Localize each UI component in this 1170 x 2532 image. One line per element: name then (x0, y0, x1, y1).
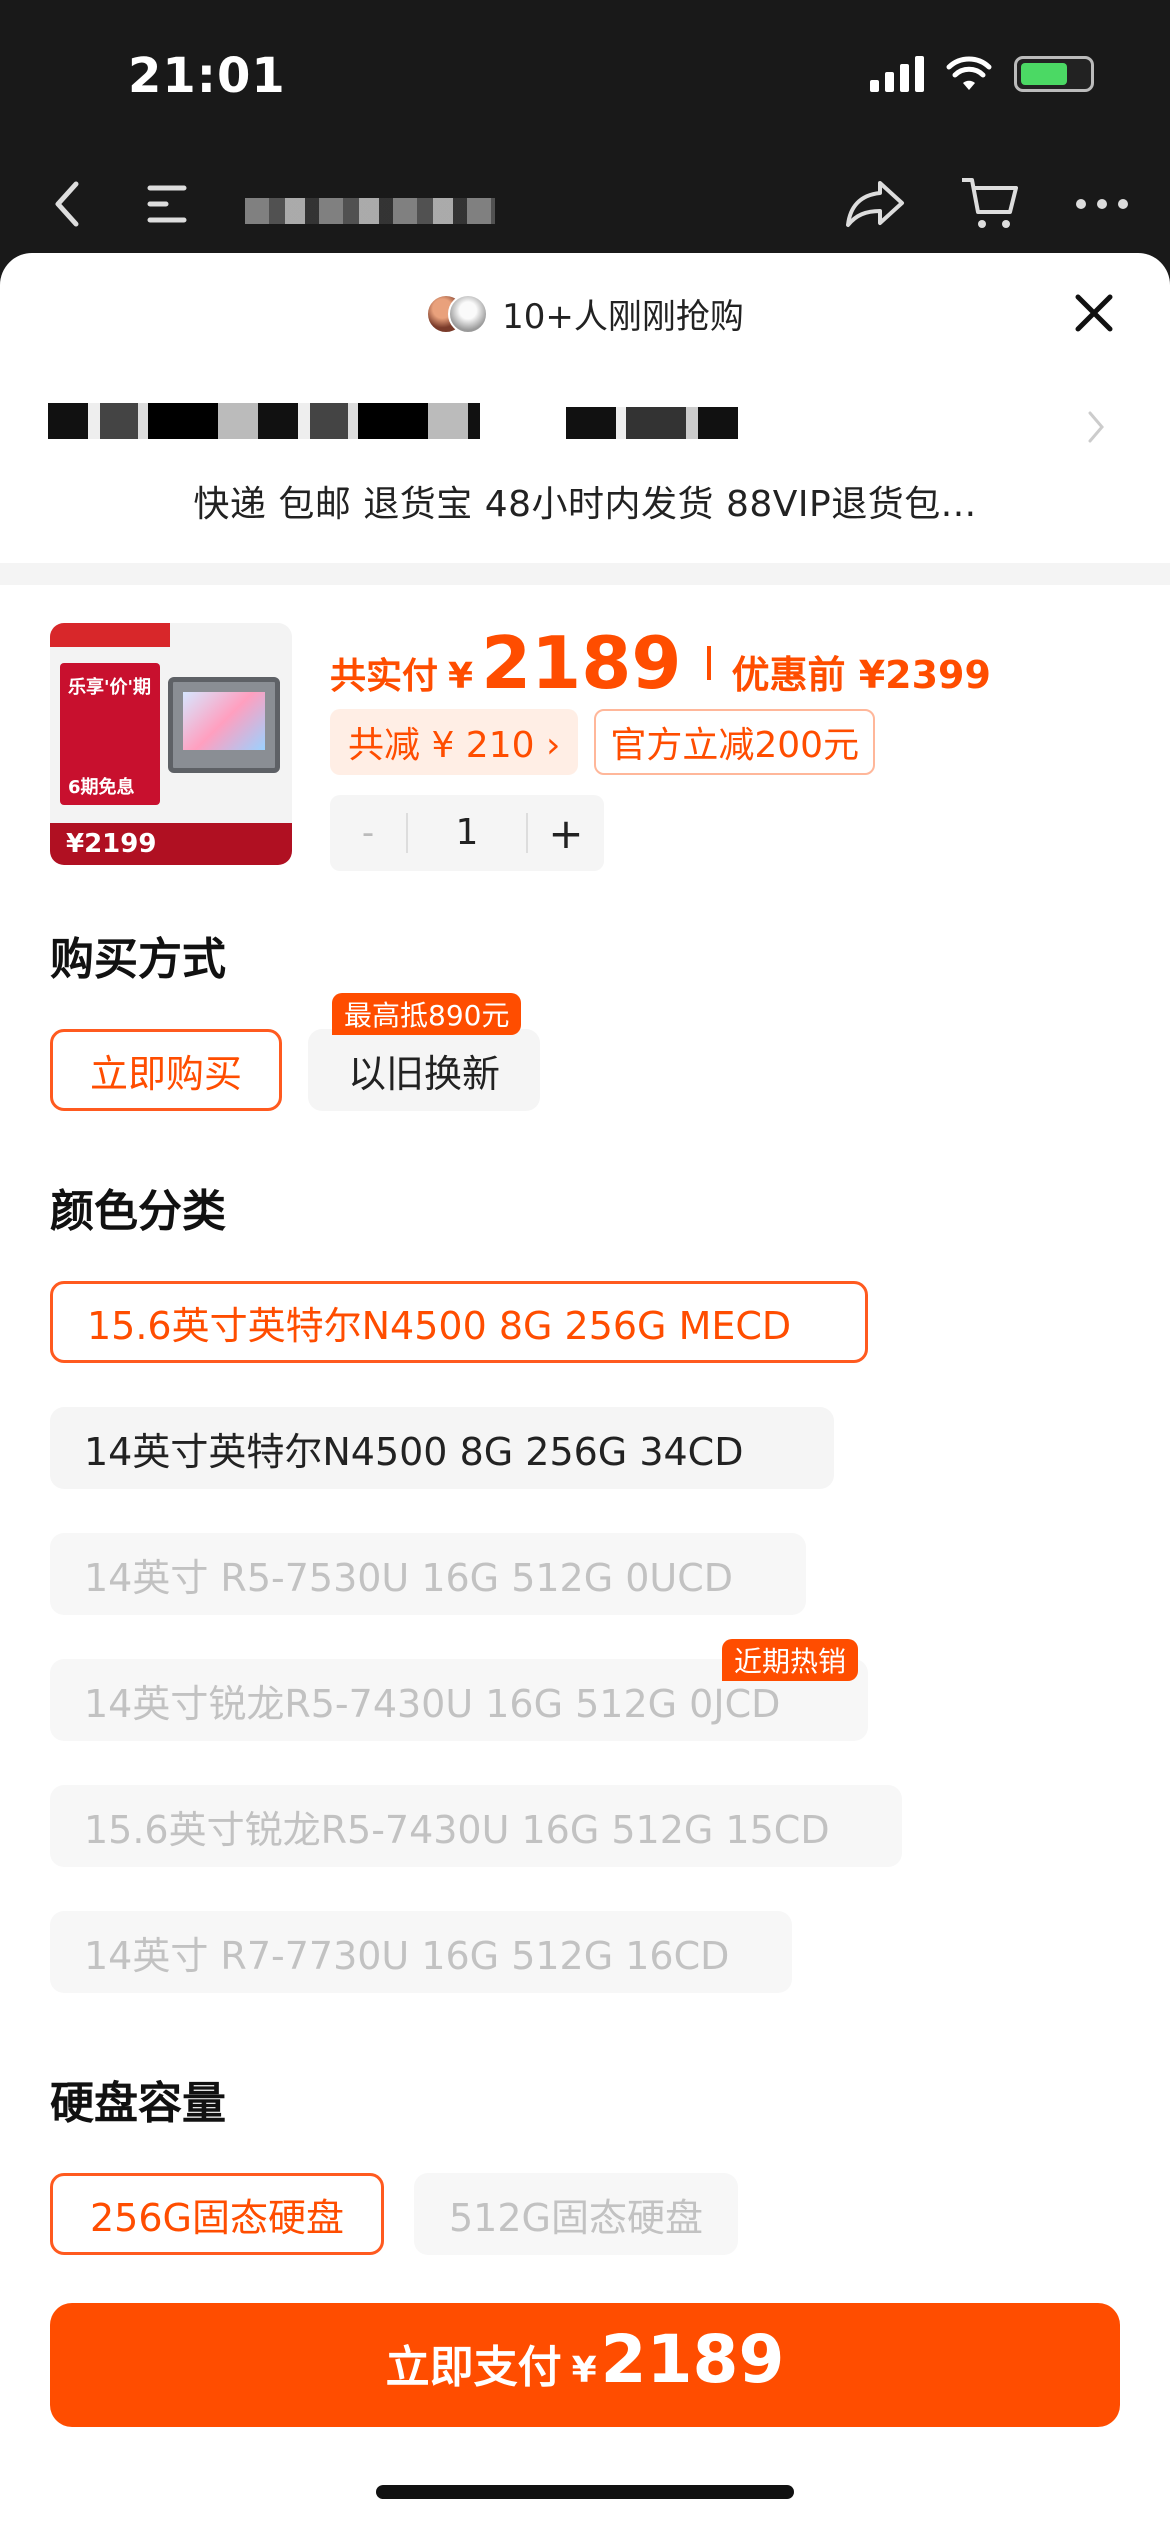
quantity-input[interactable]: 1 (406, 813, 528, 853)
pay-currency: ¥ (571, 2350, 597, 2391)
battery-icon (1014, 56, 1094, 92)
pay-now-button[interactable]: 立即支付 ¥ 2189 (50, 2303, 1120, 2427)
avatar (448, 293, 489, 334)
option-color-5[interactable]: 14英寸 R7-7730U 16G 512G 16CD (50, 1911, 792, 1993)
paid-label: 共实付 (330, 656, 439, 697)
laptop-image (168, 677, 280, 773)
trade-in-badge: 最高抵890元 (332, 993, 522, 1035)
wifi-icon (946, 56, 992, 90)
redacted-address (48, 403, 480, 439)
recent-buyers: 10+人刚刚抢购 (0, 289, 1170, 338)
cart-icon[interactable] (960, 176, 1020, 232)
option-color-4[interactable]: 15.6英寸锐龙R5-7430U 16G 512G 15CD (50, 1785, 902, 1867)
option-storage-512[interactable]: 512G固态硬盘 (414, 2173, 738, 2255)
option-color-2[interactable]: 14英寸 R5-7530U 16G 512G 0UCD (50, 1533, 806, 1615)
option-color-1[interactable]: 14英寸英特尔N4500 8G 256G 34CD (50, 1407, 834, 1489)
thumb-price-tag: ¥2199 (66, 829, 157, 859)
more-icon[interactable] (1074, 197, 1130, 211)
quantity-stepper: - 1 + (330, 795, 604, 871)
recent-buyers-text: 10+人刚刚抢购 (502, 297, 744, 337)
quantity-increase-button[interactable]: + (528, 809, 604, 858)
option-buy-now[interactable]: 立即购买 (50, 1029, 282, 1111)
close-icon[interactable] (1070, 289, 1118, 337)
option-color-0[interactable]: 15.6英寸英特尔N4500 8G 256G MECD (50, 1281, 868, 1363)
thumb-promo-line2: 6期免息 (68, 777, 135, 798)
menu-icon (147, 185, 187, 223)
official-discount-chip: 官方立减200元 (594, 709, 876, 775)
price-separator (707, 646, 712, 680)
share-icon[interactable] (844, 179, 906, 229)
total-saving-chip[interactable]: 共减 ¥ 210 › (330, 709, 579, 775)
purchase-method-title: 购买方式 (50, 934, 226, 985)
currency-symbol: ¥ (448, 656, 474, 697)
menu-button[interactable] (144, 184, 190, 224)
product-thumbnail[interactable]: 乐享'价'期 6期免息 ¥2199 (50, 623, 292, 865)
pay-label: 立即支付 (385, 2342, 562, 2393)
back-button[interactable] (52, 180, 80, 228)
chevron-right-icon[interactable] (1086, 409, 1106, 445)
option-trade-in[interactable]: 以旧换新 (308, 1029, 540, 1111)
quantity-decrease-button[interactable]: - (330, 813, 406, 853)
paid-amount: 2189 (481, 621, 682, 705)
color-category-title: 颜色分类 (50, 1186, 226, 1237)
price-summary: 共实付 ¥ 2189 优惠前 ¥2399 (330, 621, 991, 705)
redacted-address (566, 407, 738, 439)
divider (0, 563, 1170, 585)
home-indicator[interactable] (376, 2485, 794, 2499)
before-discount-price: 优惠前 ¥2399 (731, 653, 991, 697)
shipping-info[interactable]: 快递 包邮 退货宝 48小时内发货 88VIP退货包... (0, 475, 1170, 527)
hot-sale-badge: 近期热销 (722, 1639, 859, 1681)
top-bar: 21:01 (0, 0, 1170, 260)
status-time: 21:01 (128, 48, 286, 104)
pay-amount: 2189 (600, 2321, 785, 2398)
thumb-promo-line1: 乐享'价'期 (68, 677, 152, 698)
chevron-left-icon (55, 181, 79, 227)
storage-title: 硬盘容量 (50, 2078, 226, 2129)
redacted-shop-title (245, 198, 495, 224)
cellular-signal-icon (870, 56, 924, 92)
sku-selection-sheet: 10+人刚刚抢购 快递 包邮 退货宝 48小时内发货 88VIP退货包... 乐… (0, 253, 1170, 2532)
status-icons (870, 56, 1094, 92)
option-storage-256[interactable]: 256G固态硬盘 (50, 2173, 384, 2255)
